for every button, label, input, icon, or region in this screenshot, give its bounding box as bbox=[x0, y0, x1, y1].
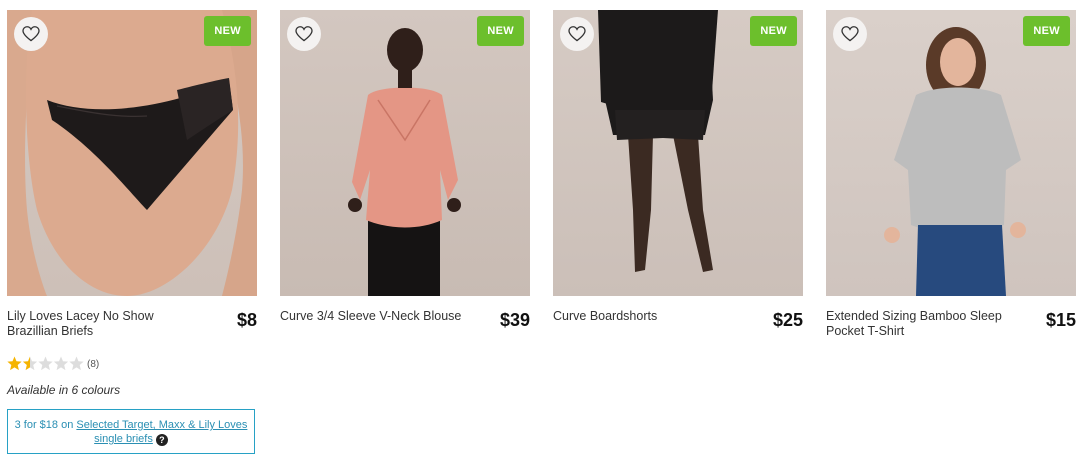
product-photo bbox=[348, 28, 461, 296]
product-info: Curve Boardshorts $25 bbox=[553, 309, 803, 345]
new-badge: NEW bbox=[1023, 16, 1070, 46]
product-photo bbox=[884, 27, 1026, 296]
heart-outline-icon bbox=[841, 26, 859, 42]
wishlist-button[interactable] bbox=[833, 17, 867, 51]
new-badge: NEW bbox=[750, 16, 797, 46]
product-price: $15 bbox=[1045, 310, 1076, 330]
wishlist-button[interactable] bbox=[14, 17, 48, 51]
new-badge: NEW bbox=[204, 16, 251, 46]
product-card[interactable]: NEW Extended Sizing Bamboo Sleep Pocket … bbox=[826, 10, 1076, 345]
wishlist-button[interactable] bbox=[560, 17, 594, 51]
heart-outline-icon bbox=[22, 26, 40, 42]
star-icon bbox=[53, 356, 69, 371]
promo-box: 3 for $18 on Selected Target, Maxx & Lil… bbox=[7, 409, 255, 454]
rating-count: (8) bbox=[87, 358, 100, 370]
product-image[interactable]: NEW bbox=[7, 10, 257, 296]
rating-stars bbox=[7, 356, 84, 371]
promo-text: 3 for $18 on bbox=[14, 419, 77, 431]
new-badge: NEW bbox=[477, 16, 524, 46]
product-image[interactable]: NEW bbox=[826, 10, 1076, 296]
product-name[interactable]: Extended Sizing Bamboo Sleep Pocket T-Sh… bbox=[826, 309, 1016, 339]
product-image[interactable]: NEW bbox=[280, 10, 530, 296]
product-card[interactable]: NEW Curve 3/4 Sleeve V-Neck Blouse $39 bbox=[280, 10, 530, 345]
product-price: $39 bbox=[499, 310, 530, 330]
product-name[interactable]: Curve Boardshorts bbox=[553, 309, 743, 324]
product-name[interactable]: Curve 3/4 Sleeve V-Neck Blouse bbox=[280, 309, 470, 324]
heart-outline-icon bbox=[568, 26, 586, 42]
product-info: Lily Loves Lacey No Show Brazillian Brie… bbox=[7, 309, 257, 345]
product-rating[interactable]: (8) bbox=[7, 355, 257, 373]
product-card[interactable]: NEW Curve Boardshorts $25 bbox=[553, 10, 803, 345]
product-photo bbox=[7, 10, 257, 296]
product-info: Extended Sizing Bamboo Sleep Pocket T-Sh… bbox=[826, 309, 1076, 345]
product-price: $25 bbox=[772, 310, 803, 330]
wishlist-button[interactable] bbox=[287, 17, 321, 51]
product-photo bbox=[598, 10, 718, 272]
product-name[interactable]: Lily Loves Lacey No Show Brazillian Brie… bbox=[7, 309, 197, 339]
product-info: Curve 3/4 Sleeve V-Neck Blouse $39 bbox=[280, 309, 530, 345]
product-card[interactable]: NEW Lily Loves Lacey No Show Brazillian … bbox=[7, 10, 257, 454]
star-icon bbox=[38, 356, 53, 371]
star-icon bbox=[69, 356, 84, 371]
product-image[interactable]: NEW bbox=[553, 10, 803, 296]
colour-availability: Available in 6 colours bbox=[7, 383, 121, 397]
question-icon[interactable]: ? bbox=[155, 434, 168, 446]
star-icon bbox=[22, 356, 38, 371]
star-icon bbox=[7, 356, 22, 371]
product-price: $8 bbox=[236, 310, 257, 330]
heart-outline-icon bbox=[295, 26, 313, 42]
